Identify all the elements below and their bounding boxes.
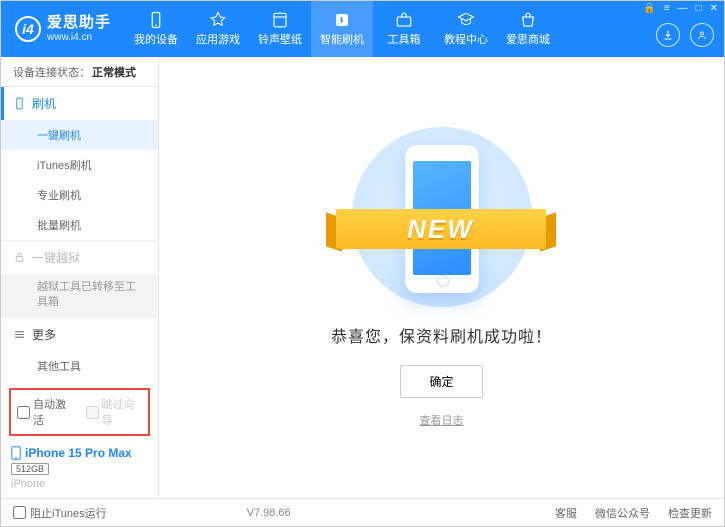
menu-icon[interactable]: ≡	[664, 3, 670, 14]
sidebar-group-jailbreak[interactable]: 一键越狱	[1, 241, 158, 274]
version-label: V7.98.66	[247, 507, 291, 519]
device-name[interactable]: iPhone 15 Pro Max	[11, 446, 148, 460]
sidebar-item-pro-flash[interactable]: 专业刷机	[1, 180, 158, 210]
sidebar-jailbreak-note: 越狱工具已转移至工具箱	[1, 274, 158, 317]
lock-icon[interactable]: 🔒	[643, 3, 655, 14]
logo-icon: i4	[15, 16, 41, 42]
app-header: i4 爱思助手 www.i4.cn 我的设备 应用游戏 铃声壁纸 智能刷机 工具…	[1, 1, 724, 57]
checkbox-block-itunes[interactable]: 阻止iTunes运行	[13, 505, 107, 521]
sidebar-item-oneclick-flash[interactable]: 一键刷机	[1, 120, 158, 150]
app-name: 爱思助手	[47, 15, 111, 32]
checkbox-auto-activate[interactable]: 自动激活	[17, 396, 74, 428]
checkbox-skip-guide[interactable]: 跳过向导	[86, 396, 143, 428]
sidebar-item-batch-flash[interactable]: 批量刷机	[1, 210, 158, 240]
activation-options: 自动激活 跳过向导	[9, 388, 150, 436]
app-logo: i4 爱思助手 www.i4.cn	[15, 15, 111, 43]
window-controls: 🔒 ≡ — □ ✕	[643, 3, 718, 14]
user-icon[interactable]	[690, 23, 714, 47]
main-nav: 我的设备 应用游戏 铃声壁纸 智能刷机 工具箱 教程中心 爱思商城	[125, 1, 716, 57]
nav-toolbox[interactable]: 工具箱	[373, 1, 435, 57]
device-type: iPhone	[11, 478, 148, 490]
nav-apps-games[interactable]: 应用游戏	[187, 1, 249, 57]
device-info: iPhone 15 Pro Max 512GB iPhone	[1, 440, 158, 498]
sidebar: 设备连接状态：正常模式 刷机 一键刷机 iTunes刷机 专业刷机 批量刷机 一…	[1, 57, 159, 498]
footer-link-support[interactable]: 客服	[555, 505, 577, 521]
footer-link-update[interactable]: 检查更新	[668, 505, 712, 521]
nav-my-device[interactable]: 我的设备	[125, 1, 187, 57]
view-log-link[interactable]: 查看日志	[420, 412, 464, 428]
download-icon[interactable]	[656, 23, 680, 47]
sidebar-group-flash[interactable]: 刷机	[1, 87, 158, 120]
connection-status: 设备连接状态：正常模式	[1, 57, 158, 87]
main-content: NEW 恭喜您，保资料刷机成功啦！ 确定 查看日志	[159, 57, 724, 498]
sidebar-item-itunes-flash[interactable]: iTunes刷机	[1, 150, 158, 180]
ok-button[interactable]: 确定	[400, 365, 482, 398]
success-message: 恭喜您，保资料刷机成功啦！	[331, 323, 552, 347]
sidebar-item-download-firmware[interactable]: 下载固件	[1, 381, 158, 384]
maximize-icon[interactable]: □	[696, 3, 702, 14]
footer: 阻止iTunes运行 V7.98.66 客服 微信公众号 检查更新	[1, 498, 724, 526]
nav-tutorials[interactable]: 教程中心	[435, 1, 497, 57]
success-illustration: NEW	[342, 127, 542, 307]
nav-ringtones[interactable]: 铃声壁纸	[249, 1, 311, 57]
nav-smart-flash[interactable]: 智能刷机	[311, 1, 373, 57]
sidebar-group-more[interactable]: 更多	[1, 318, 158, 351]
new-badge: NEW	[336, 209, 546, 249]
footer-link-wechat[interactable]: 微信公众号	[595, 505, 650, 521]
sidebar-item-other-tools[interactable]: 其他工具	[1, 351, 158, 381]
device-storage: 512GB	[11, 463, 49, 475]
minimize-icon[interactable]: —	[678, 3, 688, 14]
nav-store[interactable]: 爱思商城	[497, 1, 559, 57]
close-icon[interactable]: ✕	[710, 3, 718, 14]
app-url: www.i4.cn	[47, 32, 111, 43]
